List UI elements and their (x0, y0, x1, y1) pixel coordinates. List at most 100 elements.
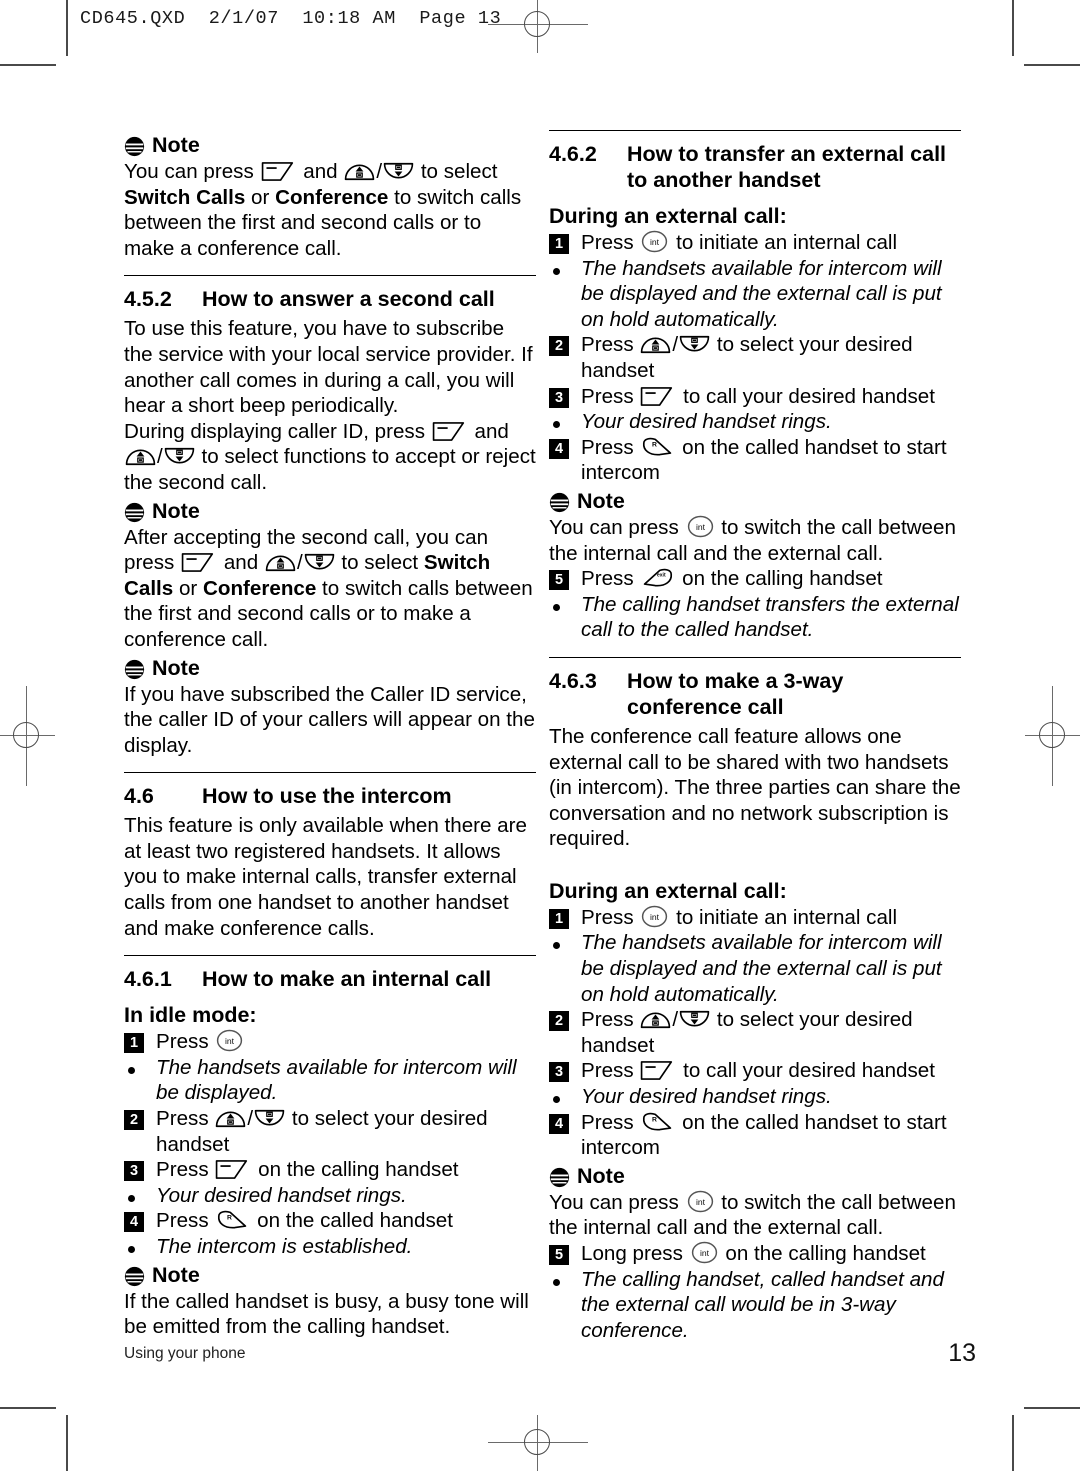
step-body: Press (156, 1029, 536, 1055)
heading-title: How to answer a second call (202, 287, 495, 312)
step-item: 1 Press to initiate an internal call (549, 905, 961, 931)
step-item: 1 Press (124, 1029, 536, 1055)
step-text-before: Long press (581, 1242, 683, 1265)
note-2-bold-2: Conference (203, 576, 317, 600)
mode-heading: During an external call: (549, 204, 787, 228)
step-body: Press on the calling handset (156, 1157, 536, 1183)
step-marker: 2 (124, 1106, 156, 1131)
nav-up-key-icon (640, 334, 671, 355)
heading-number: 4.6.1 (124, 967, 172, 992)
step-marker: 1 (124, 1029, 156, 1054)
bullet-icon (128, 1246, 135, 1253)
note-1-mid: or (251, 185, 270, 209)
step-number: 1 (549, 234, 569, 254)
note-4-body: If the called handset is busy, a busy to… (124, 1289, 529, 1339)
step-marker: 3 (124, 1157, 156, 1182)
note-1-text-c: to select (420, 160, 498, 183)
step-body: Press on the called handset to start int… (581, 1110, 961, 1161)
page-number: 13 (948, 1339, 976, 1367)
step-body: The handsets available for intercom will… (581, 931, 942, 1006)
note-1-text-a: You can press (124, 160, 254, 183)
section-4-6-3-para: The conference call feature allows one e… (549, 724, 961, 851)
step-number: 5 (549, 1245, 569, 1265)
step-marker: 4 (549, 1110, 581, 1134)
left-softkey-icon (261, 161, 297, 182)
note-label: Note (577, 488, 625, 513)
step-marker: 5 (549, 1241, 581, 1265)
step-text-before: Press (581, 384, 634, 408)
step-number: 4 (124, 1212, 144, 1233)
heading-title: How to transfer an external call to anot… (627, 142, 947, 192)
step-marker (549, 256, 581, 275)
section-divider (549, 656, 961, 658)
nav-up-key-icon (344, 161, 375, 182)
nav-down-key-icon (383, 161, 414, 182)
note-heading: Note (124, 498, 536, 525)
step-marker: 3 (549, 384, 581, 408)
note-icon (124, 1266, 145, 1287)
note-5-text-a: You can press (549, 515, 679, 539)
int-key-icon (686, 1190, 715, 1213)
step-item: 2 Press / to select your desired handset (124, 1106, 536, 1157)
int-key-icon (640, 905, 669, 928)
step-item: The handsets available for intercom will… (124, 1055, 536, 1106)
step-text-before: Press (581, 905, 634, 929)
para-2-text-b: and (474, 419, 509, 443)
step-marker (124, 1055, 156, 1074)
step-item: The handsets available for intercom will… (549, 256, 961, 333)
int-key-icon (215, 1029, 244, 1052)
talk-key-icon (640, 1111, 675, 1133)
step-item: 4 Press on the called handset to start i… (549, 435, 961, 486)
step-body: Long press on the calling handset (581, 1241, 961, 1267)
mode-heading: During an external call: (549, 878, 787, 903)
heading-title: How to make an internal call (202, 967, 492, 992)
right-column: 4.6.2 How to transfer an external call t… (549, 130, 961, 1343)
para-2-text-a: During displaying caller ID, press (124, 419, 426, 443)
section-4-5-2-para-1: To use this feature, you have to subscri… (124, 317, 533, 418)
bullet-icon (128, 1194, 135, 1202)
heading-title: How to use the intercom (202, 784, 452, 809)
heading-number: 4.6.3 (549, 668, 597, 693)
note-3-body: If you have subscribed the Caller ID ser… (124, 682, 535, 757)
int-key-icon (686, 515, 715, 538)
heading-number: 4.6 (124, 784, 154, 809)
note-6-text-a: You can press (549, 1190, 679, 1214)
note-label: Note (577, 1163, 625, 1188)
step-marker (124, 1234, 156, 1253)
step-text-before: Press (581, 231, 634, 254)
step-text-after: on the called handset (257, 1209, 453, 1233)
step-text-after: to call your desired handset (683, 1059, 935, 1083)
talk-key-icon (640, 436, 675, 458)
step-text-before: Press (581, 435, 634, 459)
step-text-after: to initiate an internal call (676, 905, 898, 929)
talk-key-icon (215, 1209, 250, 1231)
left-softkey-icon (181, 552, 217, 573)
step-text-after: on the calling handset (725, 1242, 926, 1265)
step-text-before: Press (581, 1059, 634, 1083)
note-icon (124, 659, 145, 680)
step-body: Press / to select your desired handset (581, 1008, 913, 1057)
step-number: 4 (549, 1113, 569, 1134)
note-heading: Note (549, 1163, 961, 1190)
bullet-icon (553, 1096, 560, 1104)
note-2-text-c: to select (341, 551, 419, 575)
nav-down-key-icon (164, 446, 195, 467)
manual-page: Note You can press and / to select Switc… (0, 0, 1080, 1471)
left-softkey-icon (432, 421, 468, 442)
step-body: The handsets available for intercom will… (581, 256, 942, 331)
step-body: The handsets available for intercom will… (156, 1055, 517, 1105)
bullet-icon (553, 1278, 560, 1286)
left-softkey-icon (640, 1060, 676, 1081)
step-item: 2 Press / to select your desired handset (549, 332, 961, 383)
step-marker: 4 (549, 435, 581, 459)
step-body: Press on the calling handset (581, 566, 961, 592)
step-item: 5 Press on the calling handset (549, 566, 961, 592)
step-item: Your desired handset rings. (124, 1183, 536, 1209)
heading-title: How to make a 3-way conference call (627, 668, 844, 719)
step-number: 3 (549, 387, 569, 408)
note-icon (124, 502, 145, 523)
step-text-before: Press (581, 1110, 634, 1134)
step-body: Your desired handset rings. (581, 410, 832, 434)
step-text-after: on the calling handset (682, 567, 883, 591)
note-2-text-b: and (223, 551, 259, 575)
